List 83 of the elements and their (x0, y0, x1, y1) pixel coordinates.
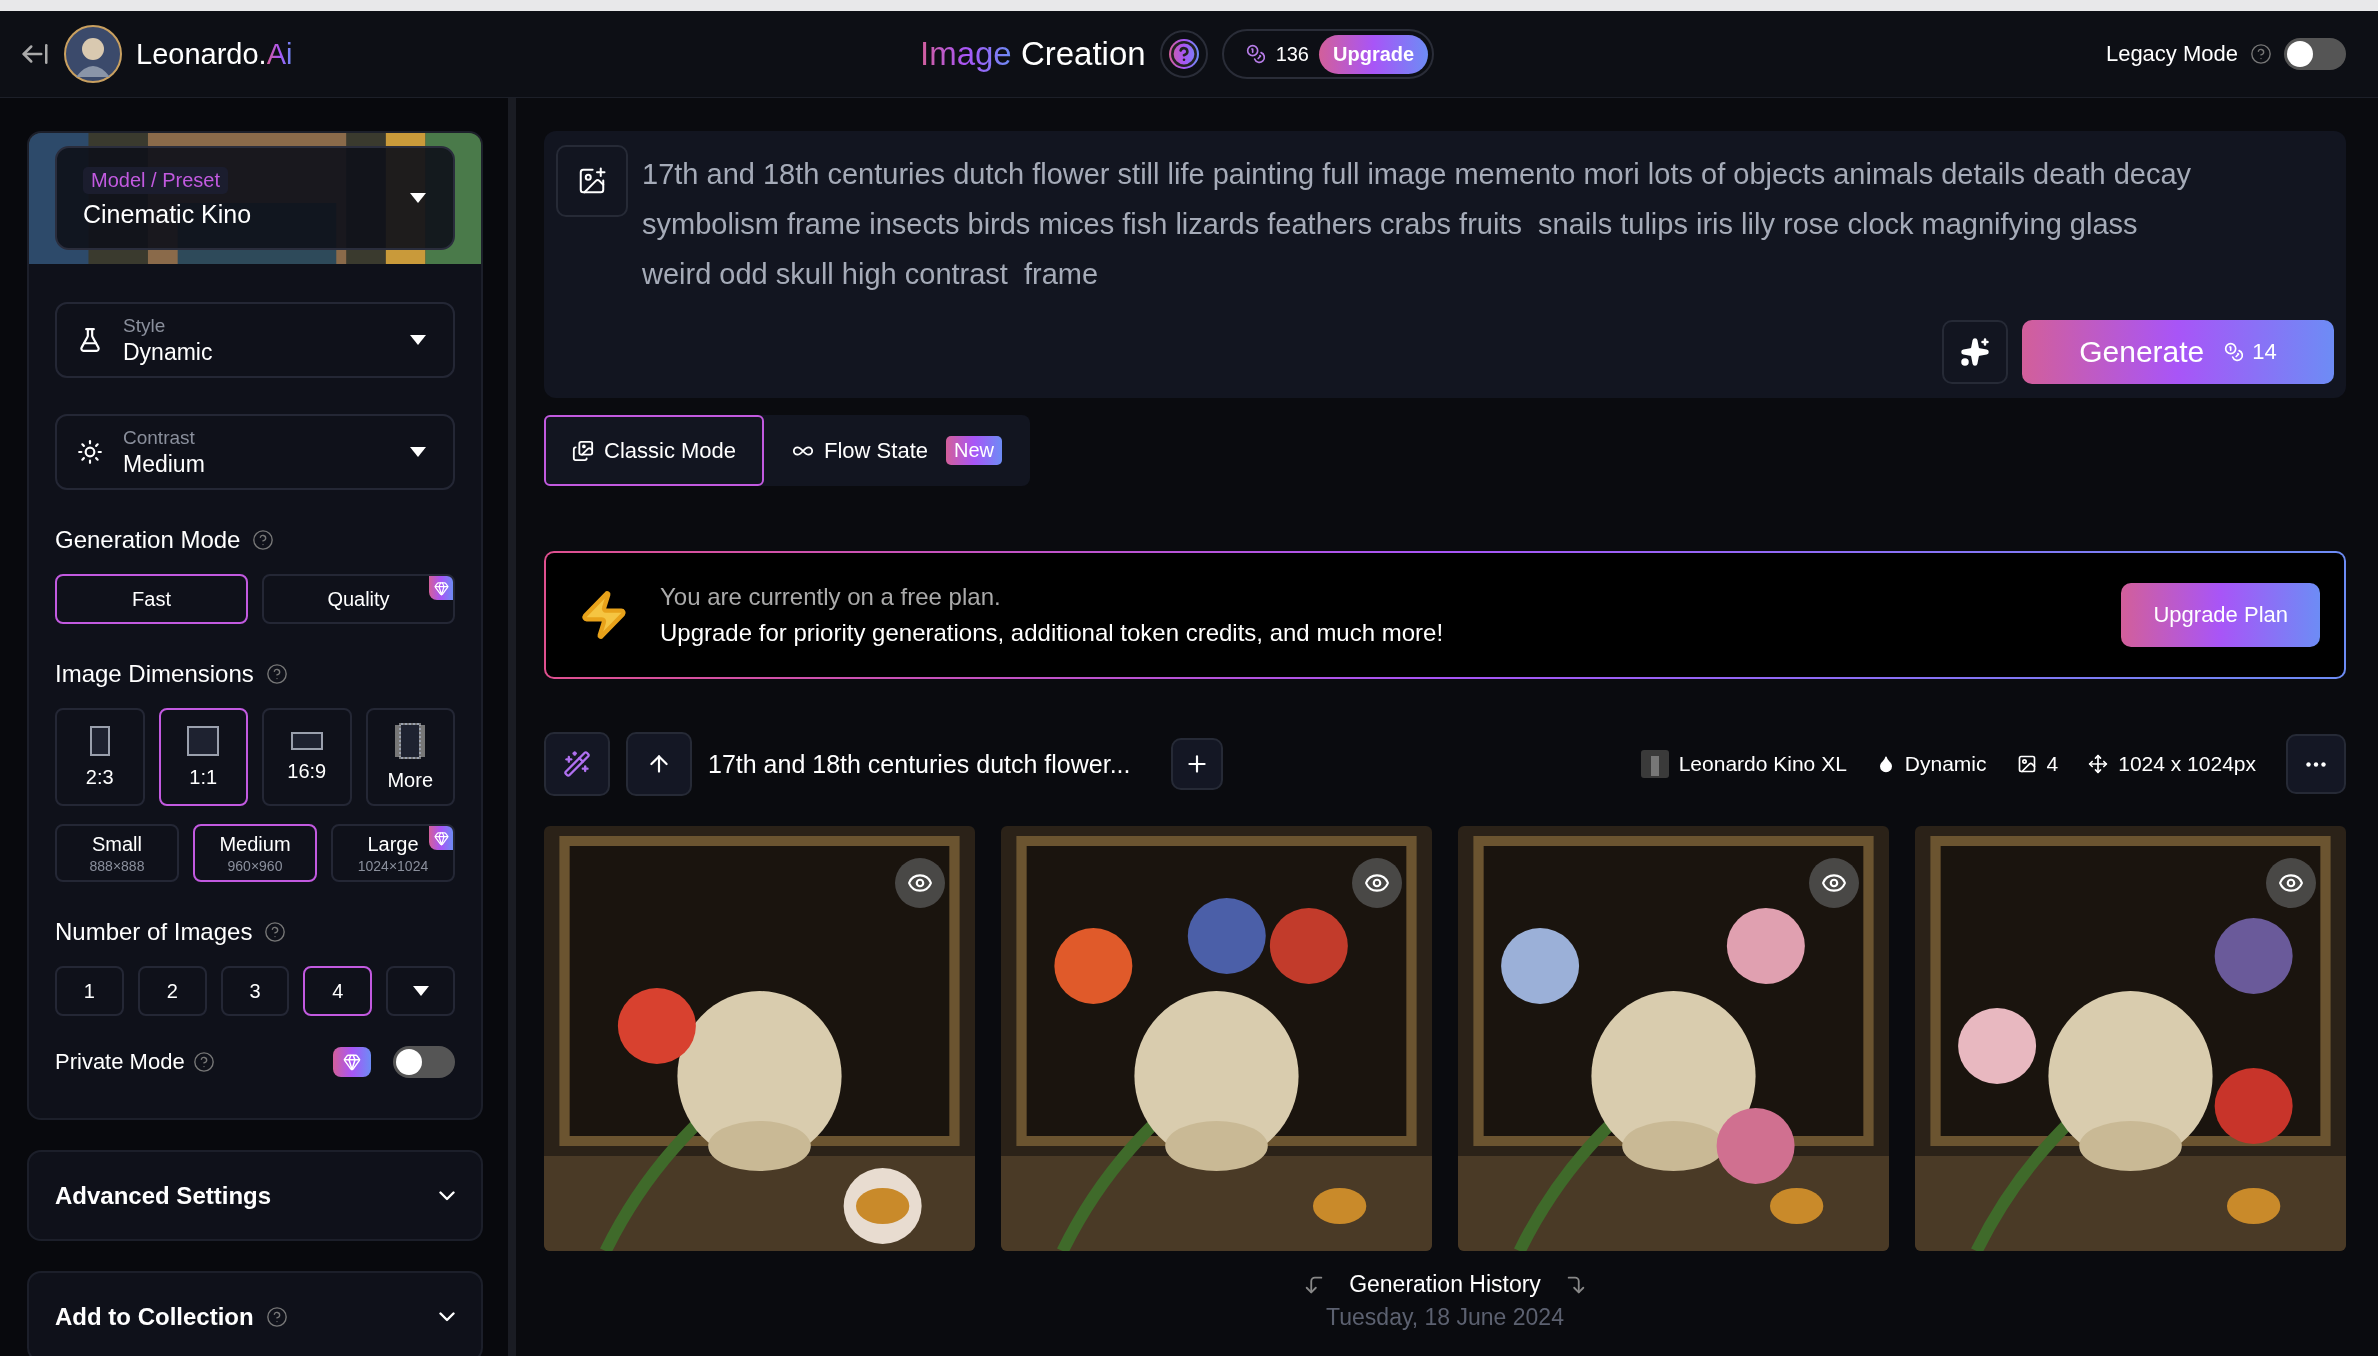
banner-text: Upgrade for priority generations, additional token credits, and much more! (660, 619, 1444, 647)
aspect-ratio-option[interactable]: More (365, 708, 455, 806)
help-icon (1169, 40, 1198, 68)
add-button[interactable] (1170, 738, 1223, 790)
section-title: Number of Images (55, 918, 253, 946)
sun-icon (77, 439, 103, 465)
mode-option[interactable]: Quality (262, 574, 455, 624)
caret-icon (409, 192, 427, 204)
generate-button[interactable]: Generate 14 (2022, 320, 2334, 384)
count-option[interactable]: 1 (55, 966, 124, 1016)
help-icon (265, 1305, 288, 1328)
aspect-ratio-option[interactable]: 16:9 (262, 708, 352, 806)
count-option[interactable]: 4 (303, 966, 373, 1016)
help-icon (192, 1051, 215, 1073)
magic-wand-button[interactable] (544, 732, 610, 796)
size-option[interactable]: Large 1024×1024 (331, 824, 455, 882)
logo-icon (64, 25, 122, 83)
caret-icon (409, 334, 427, 346)
image-icon (2016, 754, 2037, 774)
coins-icon (1245, 44, 1266, 64)
landscape-icon (290, 731, 323, 750)
history-title: Generation History (1349, 1271, 1541, 1298)
generation-prompt: 17th and 18th centuries dutch flower... (708, 749, 1131, 779)
magic-wand-icon (563, 750, 591, 778)
coins-icon (2224, 342, 2245, 362)
size-option[interactable]: Small 888×888 (55, 824, 179, 882)
chevron-icon (439, 1190, 455, 1201)
enhance-prompt-button[interactable] (1942, 320, 2008, 384)
count-option[interactable]: 2 (137, 966, 207, 1016)
page-title: Image Creation (920, 35, 1146, 73)
upgrade-plan-button[interactable]: Upgrade Plan (2121, 583, 2320, 647)
brand-name: Leonardo.Ai (136, 37, 293, 71)
accordion-header[interactable]: Advanced Settings (27, 1150, 483, 1241)
aspect-ratio-option[interactable]: 1:1 (158, 708, 248, 806)
upload-button[interactable] (626, 732, 692, 796)
chevron-icon (439, 1311, 455, 1322)
images-icon (572, 439, 594, 462)
image-count: 4 (2046, 752, 2059, 776)
legacy-mode-toggle[interactable] (2284, 38, 2346, 70)
history-date: Tuesday, 18 June 2024 (1326, 1304, 1564, 1331)
gem-icon (343, 1053, 361, 1071)
mode-tab[interactable]: Classic Mode (544, 415, 765, 486)
token-balance: 136 Upgrade (1221, 29, 1435, 79)
help-button[interactable] (1159, 30, 1208, 78)
more-count-button[interactable] (386, 966, 455, 1016)
help-icon (2250, 43, 2272, 65)
square-icon (187, 725, 220, 756)
count-option[interactable]: 3 (220, 966, 290, 1016)
size-option[interactable]: Medium 960×960 (193, 824, 317, 882)
help-icon (252, 529, 275, 551)
add-image-button[interactable] (556, 145, 628, 217)
section-title: Generation Mode (55, 526, 241, 554)
private-mode-label: Private Mode (55, 1049, 185, 1075)
style-name: Dynamic (1904, 752, 1987, 776)
caret-icon (411, 985, 430, 997)
model-thumbnail-icon (1640, 750, 1669, 778)
aspect-ratio-option[interactable]: 2:3 (55, 708, 145, 806)
prompt-text: 17th and 18th centuries dutch flower still life painting full image memento mori lots of objects animals details death decay symbolism frame insects birds mices fish lizards feathers crabs fruits snails tulips iris lily rose clock magnifying glass weird odd skull high contrast frame (642, 157, 2193, 292)
section-title: Image Dimensions (55, 660, 254, 688)
portrait-icon (89, 725, 110, 756)
help-icon (265, 663, 288, 685)
mode-option[interactable]: Fast (55, 574, 248, 624)
legacy-mode-label: Legacy Mode (2105, 41, 2238, 67)
move-icon (2088, 754, 2109, 774)
flask-icon (77, 327, 103, 353)
image-size: 1024 x 1024px (2118, 752, 2256, 776)
sparkles-icon (1960, 337, 1990, 367)
help-icon (264, 921, 287, 943)
contrast-select[interactable]: Contrast Medium (55, 414, 455, 490)
prompt-box[interactable] (544, 131, 2346, 398)
accordion-header[interactable]: Add to Collection (27, 1271, 483, 1356)
ellipsis-icon (2306, 761, 2326, 767)
image-plus-icon (577, 166, 607, 196)
model-preset-select[interactable]: Model / Preset Cinematic Kino (55, 146, 455, 250)
caret-icon (409, 446, 427, 458)
mode-tab[interactable]: Flow State New (764, 415, 1030, 486)
gem-icon (433, 830, 449, 846)
private-mode-toggle[interactable] (393, 1046, 455, 1078)
banner-text: You are currently on a free plan. (660, 583, 1001, 611)
gem-icon (433, 580, 449, 596)
model-name: Leonardo Kino XL (1678, 752, 1847, 776)
style-select[interactable]: Style Dynamic (55, 302, 455, 378)
upgrade-button[interactable]: Upgrade (1319, 34, 1429, 74)
